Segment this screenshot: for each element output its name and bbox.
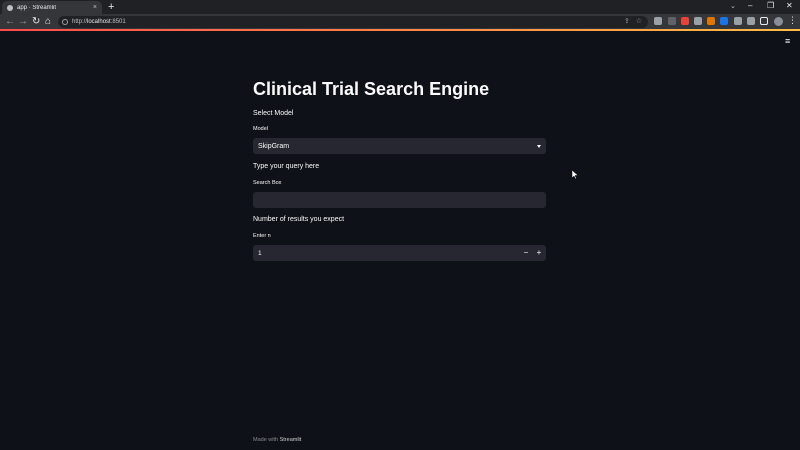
url-text: http://localhost:8501 bbox=[72, 19, 126, 25]
tab-title: app · Streamlit bbox=[17, 4, 57, 11]
extension-6-icon[interactable] bbox=[720, 17, 728, 25]
extension-1-icon[interactable] bbox=[654, 17, 662, 25]
maximize-button[interactable]: ❐ bbox=[767, 1, 774, 10]
tab-close-icon[interactable]: × bbox=[93, 4, 97, 11]
model-select[interactable]: SkipGram bbox=[253, 138, 546, 154]
results-section-text: Number of results you expect bbox=[253, 216, 345, 223]
footer-text: Made with bbox=[253, 437, 279, 443]
back-button[interactable]: ← bbox=[5, 15, 15, 29]
n-number-input[interactable]: 1 − + bbox=[253, 245, 546, 261]
decrement-button[interactable]: − bbox=[520, 247, 532, 259]
bookmark-star-icon[interactable]: ☆ bbox=[636, 17, 642, 25]
mouse-cursor-icon bbox=[572, 170, 578, 179]
enter-n-label: Enter n bbox=[253, 233, 271, 239]
browser-toolbar: ← → ↻ ⌂ http://localhost:8501 ⇪ ☆ ⋮ bbox=[0, 14, 800, 30]
close-window-button[interactable]: ✕ bbox=[786, 1, 793, 10]
profile-avatar[interactable] bbox=[774, 17, 783, 26]
streamlit-decoration-bar bbox=[0, 29, 800, 31]
chevron-down-icon bbox=[537, 145, 541, 148]
minimize-button[interactable]: – bbox=[748, 1, 752, 10]
n-value: 1 bbox=[258, 249, 262, 257]
side-panel-icon[interactable] bbox=[760, 17, 768, 25]
footer: Made with Streamlit bbox=[253, 437, 301, 443]
address-bar[interactable]: http://localhost:8501 ⇪ ☆ bbox=[58, 16, 648, 28]
search-box-label: Search Box bbox=[253, 180, 282, 186]
new-tab-button[interactable]: + bbox=[108, 1, 114, 13]
model-selected-value: SkipGram bbox=[258, 142, 290, 150]
extension-4-icon[interactable] bbox=[694, 17, 702, 25]
browser-tabstrip: app · Streamlit × + ⌄ – ❐ ✕ bbox=[0, 0, 800, 14]
extensions-puzzle-icon[interactable] bbox=[734, 17, 742, 25]
browser-tab[interactable]: app · Streamlit × bbox=[2, 1, 102, 14]
share-icon[interactable]: ⇪ bbox=[624, 17, 630, 25]
home-button[interactable]: ⌂ bbox=[45, 15, 51, 29]
hamburger-menu-icon[interactable]: ≡ bbox=[785, 37, 790, 46]
model-label: Model bbox=[253, 126, 268, 132]
extension-5-icon[interactable] bbox=[707, 17, 715, 25]
page-title: Clinical Trial Search Engine bbox=[253, 79, 490, 99]
forward-button[interactable]: → bbox=[18, 15, 28, 29]
streamlit-link[interactable]: Streamlit bbox=[280, 437, 302, 443]
extension-7-icon[interactable] bbox=[747, 17, 755, 25]
extension-3-icon[interactable] bbox=[681, 17, 689, 25]
increment-button[interactable]: + bbox=[533, 247, 545, 259]
tab-favicon-icon bbox=[7, 4, 13, 11]
tab-search-icon[interactable]: ⌄ bbox=[730, 2, 736, 10]
reload-button[interactable]: ↻ bbox=[32, 15, 40, 29]
main-content: Clinical Trial Search Engine Select Mode… bbox=[253, 78, 546, 261]
search-input[interactable] bbox=[253, 192, 546, 208]
extension-2-icon[interactable] bbox=[668, 17, 676, 25]
site-info-icon[interactable] bbox=[62, 19, 68, 25]
browser-menu-icon[interactable]: ⋮ bbox=[788, 15, 797, 26]
query-section-text: Type your query here bbox=[253, 163, 320, 170]
select-model-text: Select Model bbox=[253, 110, 294, 117]
